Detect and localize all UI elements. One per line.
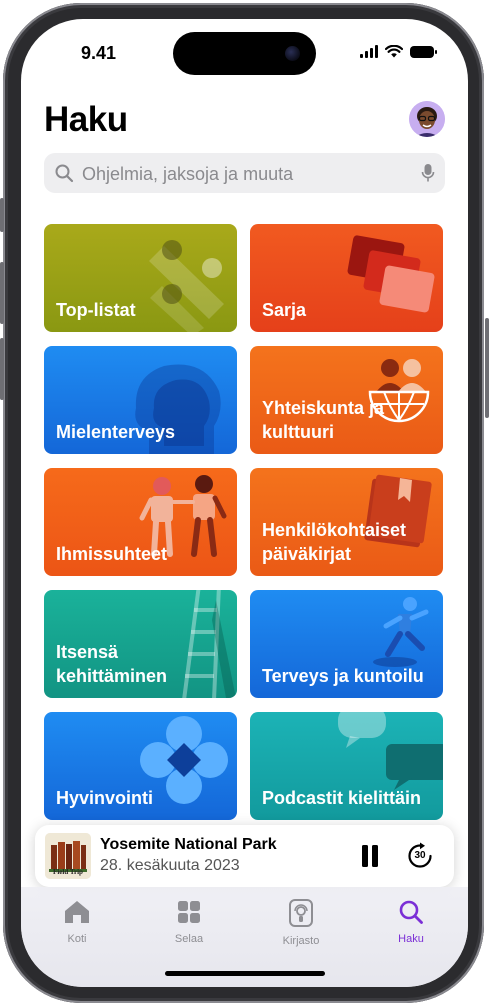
home-indicator[interactable] [165,971,325,976]
category-personal-journals[interactable]: Henkilökohtaiset päiväkirjat [250,468,443,576]
pause-icon[interactable] [359,843,381,869]
category-label: Mielenterveys [56,422,176,442]
tab-library[interactable]: Kirjasto [261,899,341,947]
category-label: Sarja [262,300,307,320]
tab-label: Kirjasto [282,935,320,947]
category-label: Itsensä kehittäminen [56,642,168,686]
category-label: Ihmissuhteet [56,544,168,564]
now-playing-date: 28. kesäkuuta 2023 [100,857,240,874]
avatar[interactable] [409,101,445,137]
category-label: Yhteiskunta ja kulttuuri [262,398,385,442]
microphone-icon[interactable] [421,163,435,183]
volume-down-button [0,338,4,400]
episode-artwork: Field Trip [45,833,91,879]
volume-up-button [0,262,4,324]
tab-label: Koti [67,933,87,945]
battery-icon [410,45,437,58]
tab-search[interactable]: Haku [371,899,451,945]
now-playing-title: Yosemite National Park [100,836,277,853]
category-podcasts-by-language[interactable]: Podcastit kielittäin [250,712,443,820]
category-label: Henkilökohtaiset päiväkirjat [262,520,407,564]
skip-seconds-label: 30 [414,850,426,861]
dynamic-island [173,32,316,75]
category-wellness[interactable]: Hyvinvointi [44,712,237,820]
category-mental-health[interactable]: Mielenterveys [44,346,237,454]
search-icon [55,164,74,183]
wifi-icon [385,45,403,58]
category-label: Podcastit kielittäin [262,788,422,808]
category-relationships[interactable]: Ihmissuhteet [44,468,237,576]
search-input[interactable] [80,153,414,195]
camera-icon [285,46,300,61]
category-label: Terveys ja kuntoilu [262,666,424,686]
action-button [0,198,4,232]
skip-forward-button[interactable]: 30 [406,842,434,870]
category-label: Top-listat [56,300,136,320]
tab-browse[interactable]: Selaa [149,899,229,945]
home-icon [65,901,89,923]
search-icon [399,900,423,924]
grid-icon [178,901,200,923]
artwork-title: Field Trip [53,868,83,876]
category-top-charts[interactable]: Top-listat [44,224,237,332]
library-icon [289,899,313,927]
tab-home[interactable]: Koti [37,899,117,945]
mini-player[interactable]: Field Trip Yosemite National Park 28. ke… [35,825,454,887]
category-society-culture[interactable]: Yhteiskunta ja kulttuuri [250,346,443,454]
tab-label: Selaa [174,933,204,945]
memoji-icon [409,101,445,137]
page-title: Haku [44,100,128,139]
category-health-fitness[interactable]: Terveys ja kuntoilu [250,590,443,698]
category-self-improvement[interactable]: Itsensä kehittäminen [44,590,237,698]
tab-label: Haku [398,933,424,945]
cellular-signal-icon [360,45,378,58]
status-time: 9.41 [81,43,117,63]
screen: 9.41 Haku Ohjelmia, jaksoja ja muuta Top… [21,19,468,987]
category-series[interactable]: Sarja [250,224,443,332]
category-label: Hyvinvointi [56,788,154,808]
search-bar[interactable] [44,153,445,195]
power-button [485,318,489,418]
status-icons [360,45,437,58]
